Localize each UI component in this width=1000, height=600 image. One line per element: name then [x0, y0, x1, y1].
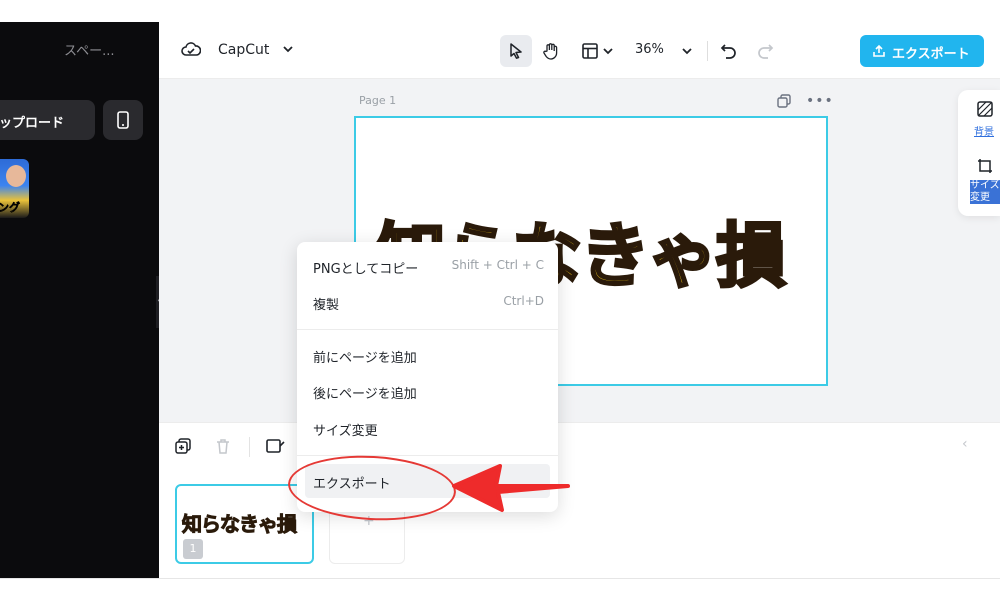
pages-toolbar: ‹ [159, 422, 1000, 468]
toolbar-divider [707, 41, 708, 61]
menu-item-copy-png[interactable]: PNGとしてコピー Shift + Ctrl + C [297, 249, 558, 283]
upload-button[interactable]: アップロード [0, 100, 95, 140]
menu-item-shortcut: Shift + Ctrl + C [451, 258, 544, 272]
select-tool-button[interactable] [500, 35, 532, 67]
menu-divider [297, 329, 558, 330]
menu-item-add-page-after[interactable]: 後にページを追加 [297, 374, 558, 408]
face-image [6, 165, 26, 187]
background-icon[interactable] [977, 101, 993, 117]
menu-item-shortcut: Ctrl+D [503, 294, 544, 308]
background-label[interactable]: 背景 [974, 123, 994, 138]
canvas-area: Page 1 ••• 知らなきゃ損 [159, 79, 1000, 422]
annotation-arrow-icon [452, 464, 570, 512]
resize-label[interactable]: サイズ変更 [970, 180, 1000, 204]
chevron-left-icon[interactable]: ‹ [962, 436, 968, 452]
menu-item-label: 後にページを追加 [313, 387, 417, 402]
right-panel: 背景 サイズ変更 [958, 90, 1000, 216]
chevron-down-icon[interactable] [681, 45, 693, 57]
menu-item-label: 複製 [313, 298, 340, 313]
export-button[interactable]: エクスポート [860, 35, 984, 67]
undo-icon[interactable] [720, 42, 738, 60]
menu-item-resize[interactable]: サイズ変更 [297, 411, 558, 445]
resize-icon[interactable] [977, 158, 993, 174]
duplicate-page-icon[interactable] [777, 94, 791, 108]
export-label: エクスポート [892, 47, 970, 62]
left-panel: スペー... アップロード ング [0, 22, 159, 578]
resize-page-icon[interactable] [266, 438, 288, 454]
layout-icon[interactable] [581, 42, 599, 60]
page-thumbnail-text: 知らなきゃ損 [182, 512, 298, 537]
page-number-badge: 1 [183, 539, 203, 559]
page-label: Page 1 [359, 94, 397, 107]
cloud-icon[interactable] [181, 41, 201, 59]
phone-icon [117, 111, 129, 129]
top-toolbar: CapCut 36% エクスポート [159, 22, 1000, 79]
space-title[interactable]: スペー... [64, 40, 115, 59]
menu-item-label: サイズ変更 [313, 424, 378, 439]
media-thumb-text: ング [0, 201, 20, 215]
trash-icon[interactable] [215, 438, 231, 454]
menu-item-label: PNGとしてコピー [313, 262, 419, 277]
toolbar-divider [249, 437, 250, 457]
cursor-icon [510, 43, 522, 59]
upload-icon [873, 44, 885, 57]
upload-label: アップロード [0, 116, 65, 131]
hand-icon[interactable] [542, 42, 560, 60]
chevron-down-icon[interactable] [602, 45, 614, 57]
more-options-icon[interactable]: ••• [806, 93, 834, 109]
menu-item-label: 前にページを追加 [313, 351, 417, 366]
chevron-down-icon[interactable] [282, 43, 294, 55]
menu-item-duplicate[interactable]: 複製 Ctrl+D [297, 285, 558, 319]
redo-icon[interactable] [756, 42, 774, 60]
menu-item-add-page-before[interactable]: 前にページを追加 [297, 338, 558, 372]
zoom-level[interactable]: 36% [635, 42, 664, 57]
add-page-icon[interactable] [175, 438, 191, 454]
project-name[interactable]: CapCut [218, 42, 269, 58]
pages-strip: 知らなきゃ損 1 + [159, 468, 1000, 578]
mobile-upload-button[interactable] [103, 100, 143, 140]
page-bottom-margin [0, 578, 1000, 600]
media-thumbnail[interactable]: ング [0, 159, 29, 218]
